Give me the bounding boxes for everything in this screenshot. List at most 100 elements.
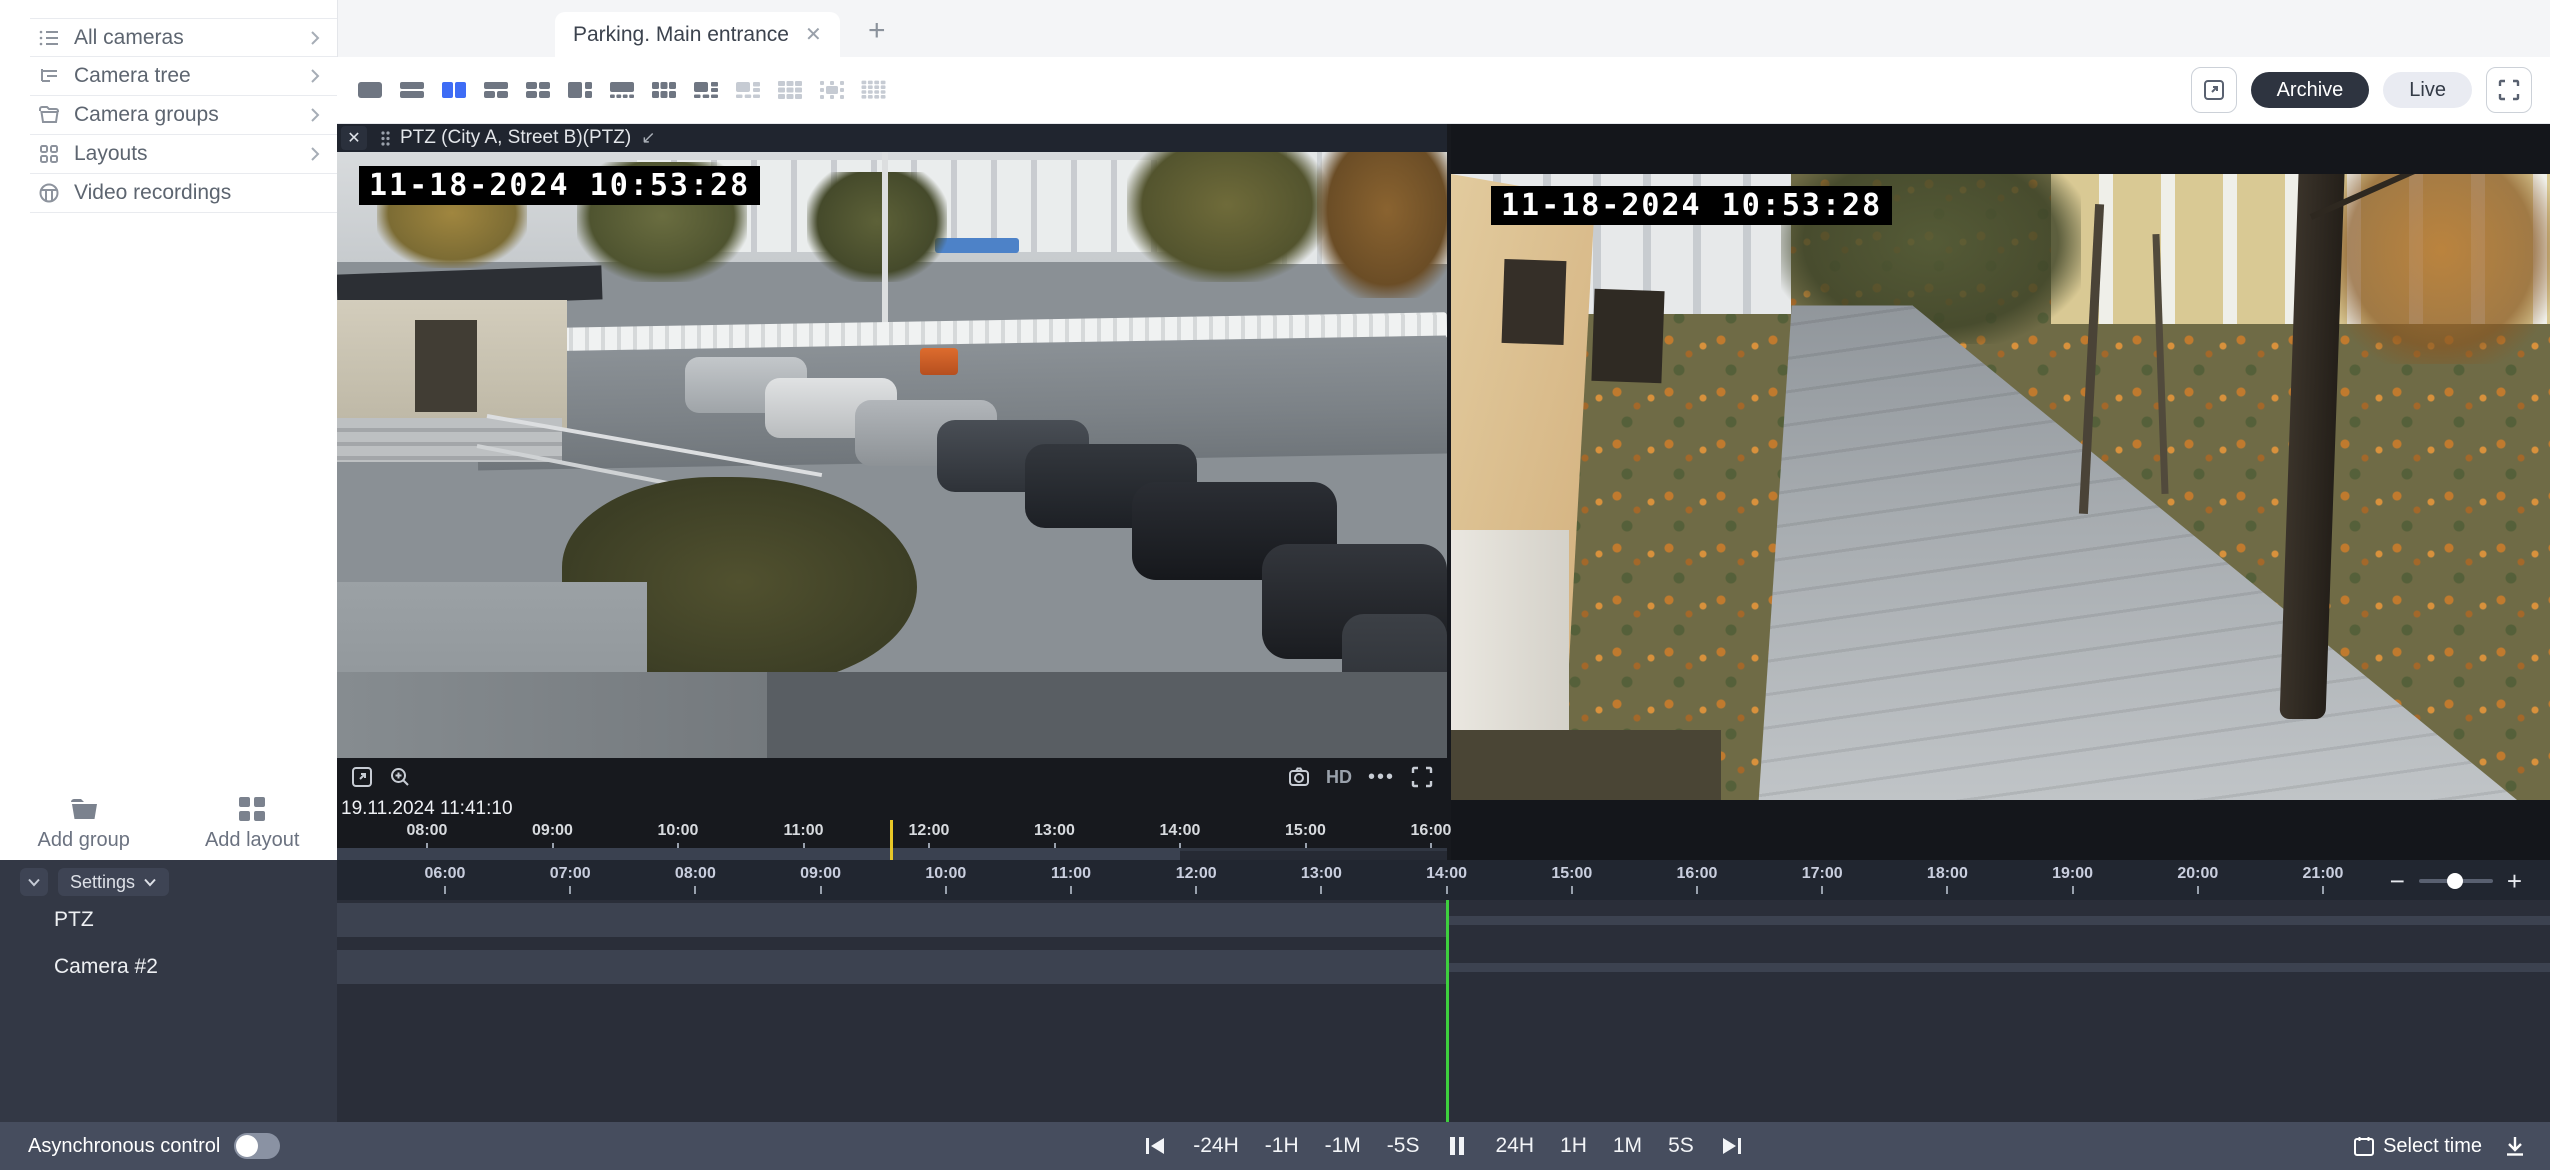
step-back-button[interactable]: -1H <box>1265 1134 1299 1158</box>
layout-1-plus-5-icon[interactable] <box>689 75 723 105</box>
async-control-toggle[interactable] <box>234 1133 280 1159</box>
timeline-settings-row: Settings <box>20 868 169 896</box>
zoom-in-icon[interactable] <box>389 766 411 788</box>
more-options-icon[interactable]: ••• <box>1368 772 1395 782</box>
zoom-out-button[interactable]: − <box>2390 868 2405 894</box>
sidebar-item-camera-tree[interactable]: Camera tree <box>30 57 337 96</box>
camera-feed-camera2[interactable]: 11-18-2024 10:53:28 <box>1451 174 2550 800</box>
select-time-button[interactable]: Select time <box>2353 1135 2482 1158</box>
layout-1-left-2-icon[interactable] <box>563 75 597 105</box>
skip-to-end-button[interactable] <box>1720 1134 1744 1158</box>
calendar-icon <box>2353 1135 2375 1157</box>
add-layout-button[interactable]: Add layout <box>205 796 300 852</box>
zoom-slider[interactable] <box>2419 879 2493 883</box>
camera-cell-ptz[interactable]: ✕ PTZ (City A, Street B)(PTZ) ↙ <box>337 124 1447 860</box>
zoom-in-button[interactable]: + <box>2507 868 2522 894</box>
skip-to-start-button[interactable] <box>1143 1134 1167 1158</box>
mini-timeline-hour-label: 09:00 <box>523 822 583 851</box>
timeline-zoom-control: − + <box>2390 868 2522 894</box>
camera-feed-ptz[interactable]: 11-18-2024 10:53:28 <box>337 152 1447 758</box>
timeline-area[interactable]: 06:0007:0008:0009:0010:0011:0012:0013:00… <box>337 860 2550 1122</box>
scene-shadow-corner <box>1451 730 1721 800</box>
open-in-window-icon[interactable] <box>351 766 373 788</box>
recorded-segment <box>337 848 1180 860</box>
collapse-arrow-icon[interactable]: ↙ <box>641 128 655 148</box>
layout-4x4-icon[interactable] <box>857 75 891 105</box>
step-back-button[interactable]: -1M <box>1325 1134 1361 1158</box>
layout-2x2-icon[interactable] <box>521 75 555 105</box>
sidebar-item-all-cameras[interactable]: All cameras <box>30 18 337 57</box>
recording-band-camera2[interactable] <box>337 950 1447 984</box>
camera-close-button[interactable]: ✕ <box>341 126 367 150</box>
scene-blue-roof <box>935 238 1019 253</box>
layout-1-plus-2-icon[interactable] <box>479 75 513 105</box>
layout-1-top-4-icon[interactable] <box>605 75 639 105</box>
mini-timeline-hour-label: 12:00 <box>899 822 959 851</box>
download-icon <box>2504 1135 2526 1157</box>
step-back-button[interactable]: -5S <box>1387 1134 1420 1158</box>
live-mode-button[interactable]: Live <box>2383 72 2472 108</box>
sidebar-item-camera-groups[interactable]: Camera groups <box>30 96 337 135</box>
camera-controls: HD ••• <box>337 758 1447 796</box>
fullscreen-button[interactable] <box>2486 67 2532 113</box>
mini-timeline-playhead[interactable] <box>890 820 893 860</box>
layout-3x2-icon[interactable] <box>647 75 681 105</box>
timeline-hour-label: 15:00 <box>1542 865 1602 894</box>
async-control-group: Asynchronous control <box>28 1122 280 1170</box>
add-layout-label: Add layout <box>205 828 300 852</box>
mini-timeline-hour-label: 13:00 <box>1025 822 1085 851</box>
step-forward-button[interactable]: 1M <box>1613 1134 1642 1158</box>
scene-wall-window <box>1502 259 1567 345</box>
layout-1x1-icon[interactable] <box>353 75 387 105</box>
recording-band-ptz[interactable] <box>337 903 1447 937</box>
pause-button[interactable] <box>1445 1134 1469 1158</box>
playback-bar: Asynchronous control -24H -1H -1M -5S 24H 1H… <box>0 1122 2550 1170</box>
new-tab-button[interactable]: + <box>868 16 886 46</box>
timeline-hour-label: 12:00 <box>1166 865 1226 894</box>
add-group-button[interactable]: Add group <box>38 796 130 852</box>
camera-cell-camera2[interactable]: 11-18-2024 10:53:28 <box>1451 124 2550 860</box>
fullscreen-icon <box>2498 79 2520 101</box>
layout-2-rows-icon[interactable] <box>395 75 429 105</box>
timeline-scale[interactable]: 06:0007:0008:0009:0010:0011:0012:0013:00… <box>337 860 2550 900</box>
timeline-playhead[interactable] <box>1446 900 1449 1122</box>
timeline-panel: 06:0007:0008:0009:0010:0011:0012:0013:00… <box>0 860 2550 1122</box>
timeline-settings-button[interactable]: Settings <box>58 868 169 896</box>
scene-tree <box>1127 152 1327 282</box>
scene-walkway <box>337 672 767 758</box>
hd-quality-button[interactable]: HD <box>1326 767 1352 788</box>
toolbar-right: Archive Live <box>2191 67 2550 113</box>
layout-2-cols-icon[interactable] <box>437 75 471 105</box>
step-forward-button[interactable]: 1H <box>1560 1134 1587 1158</box>
folder-icon <box>69 796 99 822</box>
timeline-hour-label: 09:00 <box>791 865 851 894</box>
timeline-row-label-camera2[interactable]: Camera #2 <box>54 955 158 979</box>
archive-mode-button[interactable]: Archive <box>2251 72 2370 108</box>
step-forward-button[interactable]: 24H <box>1495 1134 1534 1158</box>
fullscreen-icon[interactable] <box>1411 766 1433 788</box>
layout-1-plus-7-icon[interactable] <box>731 75 765 105</box>
sidebar-item-layouts[interactable]: Layouts <box>30 135 337 174</box>
recording-band-camera2-future <box>1447 963 2550 972</box>
timeline-hour-label: 11:00 <box>1041 865 1101 894</box>
recording-band-ptz-future <box>1447 916 2550 925</box>
tab-close-icon[interactable]: ✕ <box>805 25 822 45</box>
step-back-buttons: -24H -1H -1M -5S <box>1193 1134 1419 1158</box>
layout-1-center-8-icon[interactable] <box>815 75 849 105</box>
tab-parking-main-entrance[interactable]: Parking. Main entrance ✕ <box>555 12 840 57</box>
zoom-slider-knob[interactable] <box>2447 873 2463 889</box>
step-back-button[interactable]: -24H <box>1193 1134 1239 1158</box>
timeline-row-label-ptz[interactable]: PTZ <box>54 908 94 932</box>
drag-handle-icon[interactable] <box>381 131 390 146</box>
chevron-right-icon <box>307 146 323 162</box>
download-button[interactable] <box>2504 1135 2526 1157</box>
chevron-right-icon <box>307 30 323 46</box>
layout-3x3-icon[interactable] <box>773 75 807 105</box>
snapshot-icon[interactable] <box>1288 766 1310 788</box>
step-forward-button[interactable]: 5S <box>1668 1134 1694 1158</box>
collapse-panel-button[interactable] <box>20 868 48 896</box>
camera-controls-left <box>337 766 411 788</box>
timeline-hour-label: 16:00 <box>1667 865 1727 894</box>
open-in-window-button[interactable] <box>2191 67 2237 113</box>
sidebar-item-video-recordings[interactable]: Video recordings <box>30 174 337 213</box>
